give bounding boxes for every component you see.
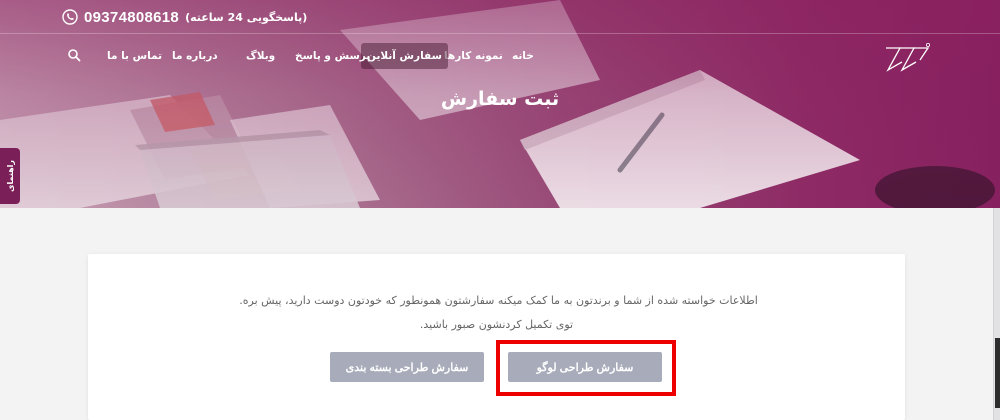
phone-icon xyxy=(62,9,78,25)
nav-faq[interactable]: پرسش و پاسخ xyxy=(295,43,370,69)
order-card: اطلاعات خواسته شده از شما و برندتون به م… xyxy=(88,254,905,420)
highlight-annotation xyxy=(496,340,676,396)
page-title: ثبت سفارش xyxy=(440,88,560,110)
scrollbar-thumb[interactable] xyxy=(995,338,1000,408)
page-scrollbar[interactable] xyxy=(993,208,1000,420)
topbar: 09374808618 (پاسخگویی 24 ساعته) xyxy=(0,0,1000,34)
hero-banner: 09374808618 (پاسخگویی 24 ساعته) خانه نمو… xyxy=(0,0,1000,208)
phone-hours-note: (پاسخگویی 24 ساعته) xyxy=(185,10,308,24)
nav-contact[interactable]: تماس با ما xyxy=(107,43,162,69)
side-help-label: راهنمای xyxy=(5,160,15,192)
search-icon[interactable] xyxy=(67,48,81,62)
order-package-design-button[interactable]: سفارش طراحی بسته بندی xyxy=(330,352,484,382)
page: 09374808618 (پاسخگویی 24 ساعته) خانه نمو… xyxy=(0,0,1000,420)
order-patience-text: توی تکمیل کردنشون صبور باشید. xyxy=(419,318,574,331)
order-intro-text: اطلاعات خواسته شده از شما و برندتون به م… xyxy=(239,294,758,307)
nav-blog[interactable]: وبلاگ xyxy=(246,43,275,69)
nav-about[interactable]: درباره ما xyxy=(172,43,218,69)
nav-online-order[interactable]: سفارش آنلاین xyxy=(361,43,448,69)
phone-contact[interactable]: 09374808618 (پاسخگویی 24 ساعته) xyxy=(62,7,307,27)
phone-number[interactable]: 09374808618 xyxy=(84,9,179,26)
nav-portfolio[interactable]: نمونه کارها xyxy=(444,43,503,69)
brand-logo[interactable] xyxy=(880,40,932,74)
nav-home[interactable]: خانه xyxy=(512,43,534,69)
side-help-tab[interactable]: راهنمای xyxy=(0,148,20,204)
